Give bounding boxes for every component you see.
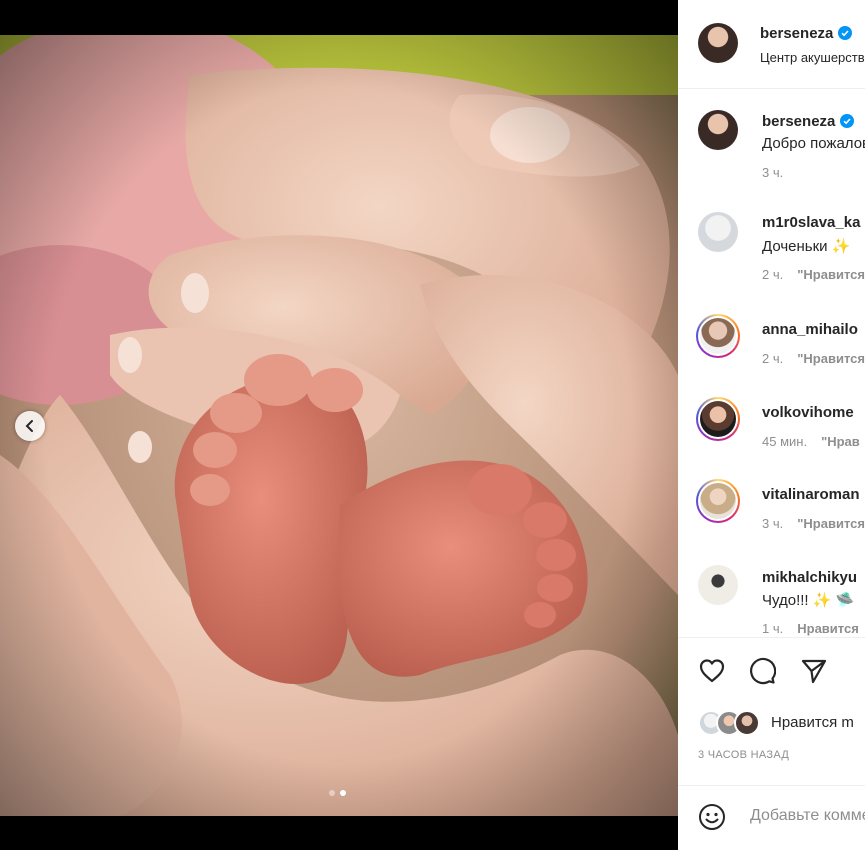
comment-time[interactable]: 2 ч. — [762, 351, 783, 366]
comment-avatar[interactable] — [698, 212, 738, 252]
comment-avatar[interactable] — [698, 565, 738, 605]
caption-username-text[interactable]: berseneza — [762, 113, 835, 130]
liker-avatar — [734, 710, 760, 736]
caption-time[interactable]: 3 ч. — [762, 165, 783, 180]
verified-badge-icon — [838, 26, 853, 40]
like-button[interactable] — [698, 657, 726, 690]
comment-username[interactable]: vitalinaroman — [762, 486, 860, 503]
comment-username[interactable]: mikhalchikyu — [762, 569, 857, 586]
post-timestamp[interactable]: 3 ЧАСОВ НАЗАД — [698, 749, 789, 761]
comment-meta: 2 ч. "Нравится" — [762, 351, 865, 366]
post-photo[interactable] — [0, 35, 678, 816]
author-avatar[interactable] — [698, 23, 738, 63]
caption-username[interactable]: berseneza — [762, 113, 855, 130]
comment-time[interactable]: 1 ч. — [762, 621, 783, 636]
comment-text: Чудо!!! ✨ 🛸 — [762, 592, 855, 609]
author-username[interactable]: berseneza — [760, 25, 853, 42]
comment-text: Доченьки ✨ — [762, 238, 851, 255]
post-location[interactable]: Центр акушерства — [760, 50, 865, 65]
chevron-left-icon — [25, 420, 33, 432]
comment-likes-link[interactable]: "Нравится — [797, 516, 865, 531]
comment-username[interactable]: m1r0slava_ka — [762, 214, 860, 231]
comment-time[interactable]: 2 ч. — [762, 267, 783, 282]
comment-likes-link[interactable]: "Нрав — [821, 434, 860, 449]
caption-avatar[interactable] — [698, 110, 738, 150]
emoji-button[interactable] — [698, 803, 726, 836]
paper-plane-icon — [801, 659, 827, 684]
comment-avatar[interactable] — [700, 318, 736, 354]
likes-summary[interactable]: Нравится m — [771, 714, 854, 731]
comment-time[interactable]: 45 мин. — [762, 434, 807, 449]
comment-username[interactable]: volkovihome — [762, 404, 854, 421]
baby-feet-in-hands-image — [0, 35, 678, 816]
carousel-prev-button[interactable] — [15, 411, 45, 441]
comment-meta: 3 ч. "Нравится — [762, 516, 865, 531]
comment-likes-link[interactable]: Нравится — [797, 621, 859, 636]
comment-meta: 45 мин. "Нрав — [762, 434, 860, 449]
comment-likes-link[interactable]: "Нравится" — [797, 267, 865, 282]
author-username-text[interactable]: berseneza — [760, 25, 833, 42]
share-button[interactable] — [800, 657, 828, 690]
post-media — [0, 0, 678, 850]
heart-icon — [699, 659, 725, 683]
smiley-icon — [699, 804, 725, 830]
comment-likes-link[interactable]: "Нравится" — [797, 351, 865, 366]
add-comment-bar — [678, 785, 865, 850]
comment-button[interactable] — [748, 657, 777, 690]
carousel-dot — [329, 790, 335, 796]
caption-text: Добро пожаловать — [762, 135, 865, 152]
carousel-dot-active — [340, 790, 346, 796]
comment-avatar[interactable] — [700, 483, 736, 519]
comment-meta: 1 ч. Нравится — [762, 621, 859, 636]
post-header: berseneza Центр акушерства — [678, 0, 865, 89]
comment-avatar[interactable] — [700, 401, 736, 437]
comment-meta: 2 ч. "Нравится" — [762, 267, 865, 282]
comment-bubble-icon — [750, 657, 777, 685]
comment-input[interactable] — [748, 806, 865, 826]
comments-list: berseneza Добро пожаловать 3 ч. m1r0slav… — [678, 89, 865, 638]
comment-time[interactable]: 3 ч. — [762, 516, 783, 531]
post-sidebar: berseneza Центр акушерства berseneza Доб… — [678, 0, 865, 850]
verified-badge-icon — [840, 114, 855, 128]
carousel-dots — [329, 790, 346, 796]
comment-username[interactable]: anna_mihailo — [762, 321, 858, 338]
